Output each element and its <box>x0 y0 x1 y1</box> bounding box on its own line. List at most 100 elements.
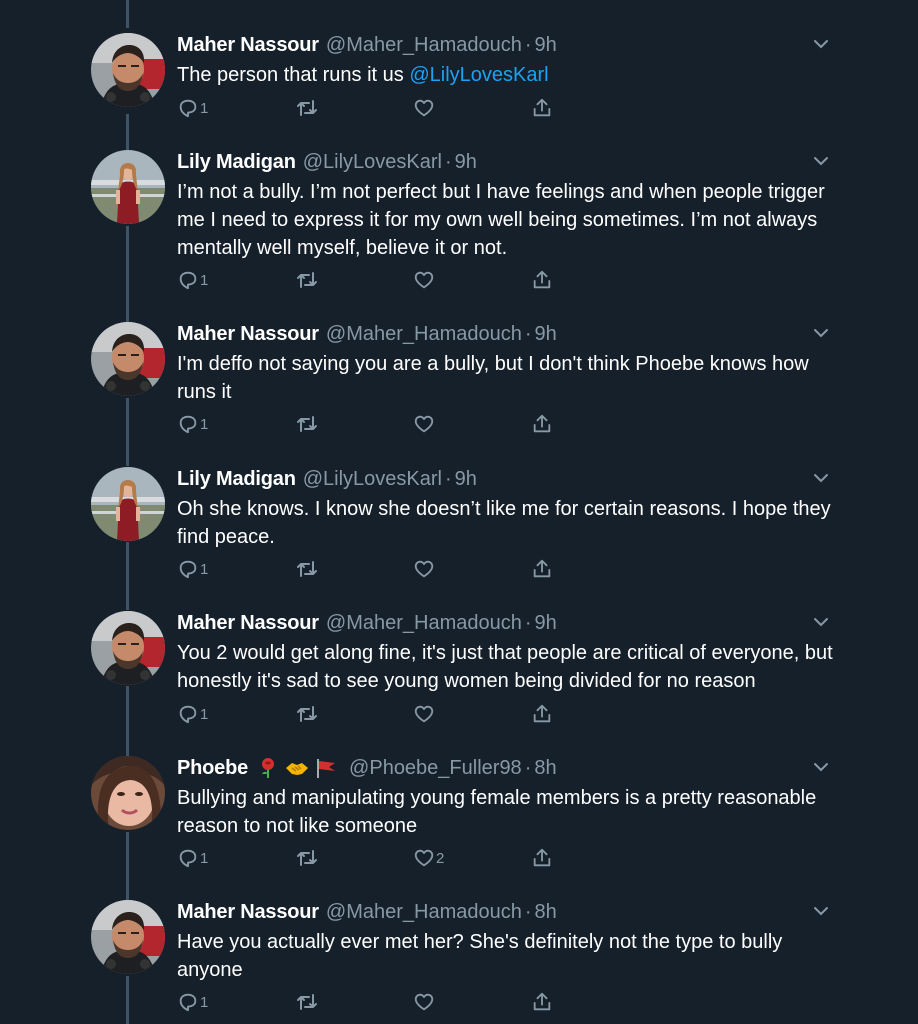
tweet-header: Lily Madigan @LilyLovesKarl · 9h <box>177 147 477 177</box>
timestamp[interactable]: 9h <box>535 34 557 57</box>
reply-button[interactable]: 1 <box>177 412 208 436</box>
chevron-down-icon[interactable] <box>812 615 830 629</box>
reply-icon <box>179 705 197 724</box>
timestamp[interactable]: 9h <box>455 468 477 491</box>
share-icon <box>533 704 551 723</box>
user-handle[interactable]: @LilyLovesKarl <box>303 468 442 491</box>
tweet-text-part: The person that runs it us <box>177 64 410 86</box>
handshake-icon <box>286 763 309 775</box>
chevron-down-icon[interactable] <box>812 471 830 485</box>
user-handle[interactable]: @Maher_Hamadouch <box>326 612 522 635</box>
share-button[interactable] <box>531 702 553 726</box>
heart-icon <box>414 271 434 289</box>
reply-button[interactable]: 1 <box>177 557 208 581</box>
name-emojis <box>256 756 338 780</box>
avatar[interactable] <box>91 467 165 541</box>
tweet-header: Phoebe @Phoebe_Fuller98 · 8h <box>177 753 557 783</box>
tweet-actions: 1 <box>0 412 918 436</box>
rose-icon <box>262 758 275 778</box>
retweet-button[interactable] <box>295 96 319 120</box>
avatar[interactable] <box>91 900 165 974</box>
retweet-icon <box>297 706 317 722</box>
chevron-down-icon[interactable] <box>812 154 830 168</box>
timestamp[interactable]: 9h <box>535 612 557 635</box>
reply-button[interactable]: 1 <box>177 96 208 120</box>
reply-button[interactable]: 1 <box>177 268 208 292</box>
tweet-actions: 1 2 <box>0 846 918 870</box>
avatar[interactable] <box>91 150 165 224</box>
like-button[interactable] <box>413 557 436 581</box>
share-icon <box>533 559 551 578</box>
retweet-button[interactable] <box>295 702 319 726</box>
tweet-actions: 1 <box>0 990 918 1014</box>
like-button[interactable] <box>413 412 436 436</box>
like-button[interactable] <box>413 990 436 1014</box>
share-icon <box>533 270 551 289</box>
reply-button[interactable]: 1 <box>177 846 208 870</box>
tweet-header: Maher Nassour @Maher_Hamadouch · 9h <box>177 319 557 349</box>
like-button[interactable] <box>413 96 436 120</box>
timestamp[interactable]: 9h <box>535 323 557 346</box>
like-button[interactable] <box>413 702 436 726</box>
user-handle[interactable]: @Maher_Hamadouch <box>326 323 522 346</box>
timestamp[interactable]: 8h <box>534 757 556 780</box>
like-count: 2 <box>436 849 445 867</box>
retweet-icon <box>297 850 317 866</box>
reply-icon <box>179 99 197 118</box>
display-name[interactable]: Maher Nassour <box>177 612 319 635</box>
share-icon <box>533 992 551 1011</box>
tweet-text: I’m not a bully. I’m not perfect but I h… <box>177 181 825 259</box>
share-button[interactable] <box>531 268 553 292</box>
avatar[interactable] <box>91 756 165 830</box>
display-name[interactable]: Maher Nassour <box>177 323 319 346</box>
user-handle[interactable]: @Maher_Hamadouch <box>326 34 522 57</box>
retweet-icon <box>297 561 317 577</box>
tweet-actions: 1 <box>0 702 918 726</box>
mention-link[interactable]: @LilyLovesKarl <box>409 64 548 86</box>
retweet-button[interactable] <box>295 268 319 292</box>
retweet-button[interactable] <box>295 412 319 436</box>
chevron-down-icon[interactable] <box>812 37 830 51</box>
reply-count: 1 <box>200 560 209 578</box>
reply-count: 1 <box>200 849 209 867</box>
tweet-actions: 1 <box>0 557 918 581</box>
tweet-text: Bullying and manipulating young female m… <box>177 787 817 837</box>
like-button[interactable]: 2 <box>413 846 444 870</box>
user-handle[interactable]: @Phoebe_Fuller98 <box>349 757 522 780</box>
display-name[interactable]: Maher Nassour <box>177 34 319 57</box>
display-name[interactable]: Lily Madigan <box>177 151 296 174</box>
separator: · <box>444 467 452 490</box>
avatar[interactable] <box>91 611 165 685</box>
timestamp[interactable]: 9h <box>455 151 477 174</box>
retweet-button[interactable] <box>295 990 319 1014</box>
share-button[interactable] <box>531 412 553 436</box>
share-button[interactable] <box>531 96 553 120</box>
chevron-down-icon[interactable] <box>812 326 830 340</box>
chevron-down-icon[interactable] <box>812 904 830 918</box>
user-handle[interactable]: @Maher_Hamadouch <box>326 901 522 924</box>
heart-icon <box>414 560 434 578</box>
timestamp[interactable]: 8h <box>535 901 557 924</box>
tweet-text: Oh she knows. I know she doesn’t like me… <box>177 498 831 548</box>
tweet-text: I'm deffo not saying you are a bully, bu… <box>177 353 809 403</box>
display-name[interactable]: Lily Madigan <box>177 468 296 491</box>
share-button[interactable] <box>531 557 553 581</box>
reply-button[interactable]: 1 <box>177 990 208 1014</box>
retweet-button[interactable] <box>295 557 319 581</box>
reply-icon <box>179 993 197 1012</box>
share-button[interactable] <box>531 990 553 1014</box>
chevron-down-icon[interactable] <box>812 760 830 774</box>
retweet-button[interactable] <box>295 846 319 870</box>
reply-button[interactable]: 1 <box>177 702 208 726</box>
separator: · <box>524 611 532 634</box>
share-icon <box>533 414 551 433</box>
heart-icon <box>414 705 434 723</box>
avatar[interactable] <box>91 322 165 396</box>
separator: · <box>524 900 532 923</box>
share-button[interactable] <box>531 846 553 870</box>
display-name[interactable]: Maher Nassour <box>177 901 319 924</box>
user-handle[interactable]: @LilyLovesKarl <box>303 151 442 174</box>
like-button[interactable] <box>413 268 436 292</box>
thread-line <box>126 0 129 28</box>
display-name[interactable]: Phoebe <box>177 757 248 780</box>
